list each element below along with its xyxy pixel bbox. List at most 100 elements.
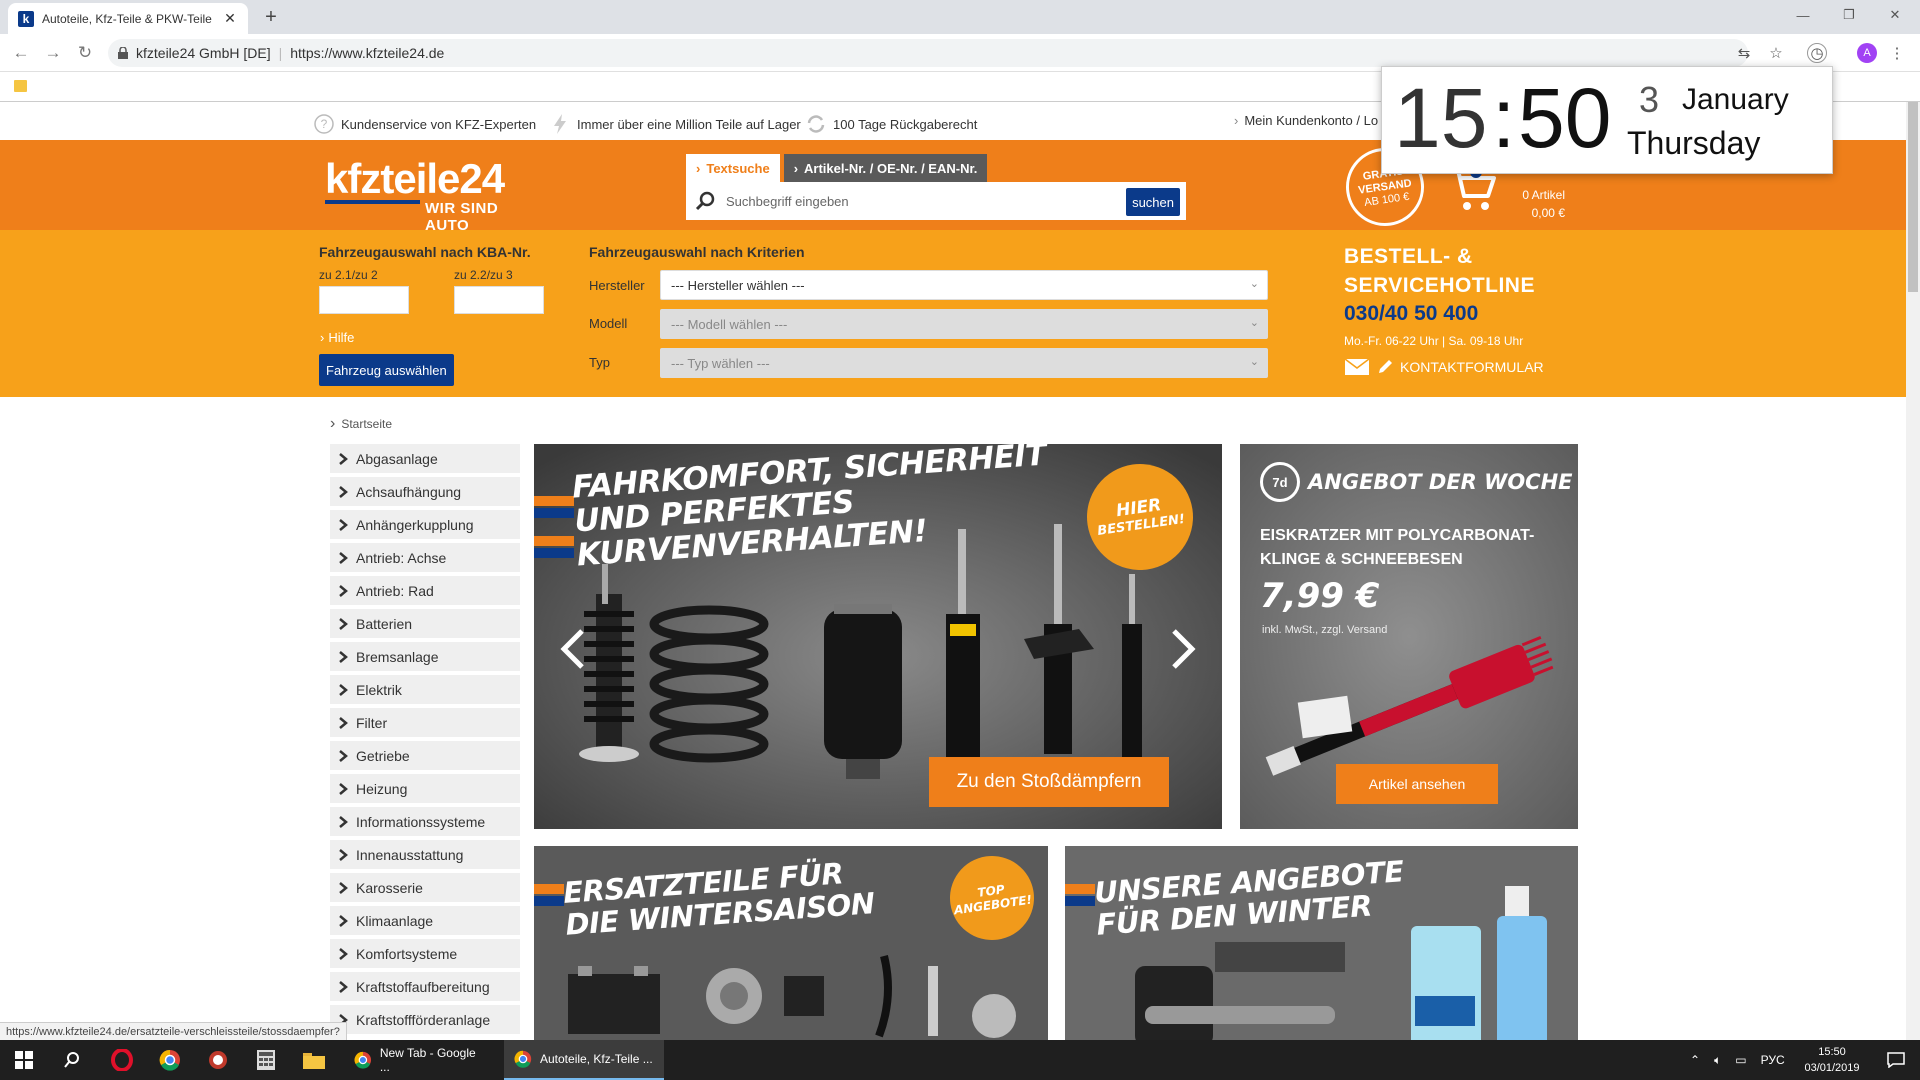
help-label: Hilfe (328, 330, 355, 345)
sidebar-item-label: Getriebe (356, 747, 410, 764)
sidebar-item[interactable]: Innenausstattung (330, 840, 520, 869)
sidebar-item[interactable]: Komfortsysteme (330, 939, 520, 968)
sidebar-item[interactable]: Antrieb: Rad (330, 576, 520, 605)
close-window-icon[interactable]: ✕ (1872, 0, 1918, 30)
kba-input-2[interactable] (454, 286, 544, 314)
hotline-title-line: SERVICEHOTLINE (1344, 274, 1535, 297)
lock-icon (118, 47, 128, 59)
forward-icon[interactable]: → (42, 42, 64, 64)
network-icon[interactable]: ▭ (1735, 1053, 1746, 1067)
sidebar-item[interactable]: Antrieb: Achse (330, 543, 520, 572)
sidebar-item[interactable]: Klimaanlage (330, 906, 520, 935)
sidebar-item-label: Heizung (356, 780, 408, 797)
chevron-right-icon (339, 551, 348, 564)
tab-text-search[interactable]: › Textsuche (686, 154, 780, 182)
model-select[interactable]: --- Modell wählen --- ⌄ (660, 309, 1268, 339)
manufacturer-select[interactable]: --- Hersteller wählen --- ⌄ (660, 270, 1268, 300)
file-explorer-icon[interactable] (290, 1040, 338, 1080)
reload-icon[interactable]: ↻ (74, 42, 96, 64)
sidebar-item[interactable]: Heizung (330, 774, 520, 803)
chevron-right-icon (339, 914, 348, 927)
profile-avatar[interactable]: A (1857, 43, 1877, 63)
kba-input-1[interactable] (319, 286, 409, 314)
clock-month: January (1682, 83, 1789, 116)
translate-icon[interactable]: ⇆ (1733, 42, 1755, 64)
info-return-policy[interactable]: 100 Tage Rückgaberecht (805, 113, 977, 135)
info-parts-stock[interactable]: Immer über eine Million Teile auf Lager (549, 113, 801, 135)
notifications-icon[interactable] (1872, 1040, 1920, 1080)
select-vehicle-button[interactable]: Fahrzeug auswählen (319, 354, 454, 386)
sidebar-item[interactable]: Kraftstoffförderanlage (330, 1005, 520, 1034)
sidebar-item[interactable]: Achsaufhängung (330, 477, 520, 506)
sidebar-item-label: Karosserie (356, 879, 423, 896)
search-button[interactable]: suchen (1126, 188, 1180, 216)
sidebar-item[interactable]: Getriebe (330, 741, 520, 770)
back-icon[interactable]: ← (10, 42, 32, 64)
carousel-prev-icon[interactable] (558, 627, 588, 671)
page-scrollbar[interactable] (1906, 102, 1920, 1040)
extension-clock-icon[interactable]: ◷ (1807, 43, 1827, 63)
logo-underline (325, 200, 420, 204)
address-bar[interactable]: kfzteile24 GmbH [DE] | https://www.kfzte… (108, 39, 1748, 67)
tray-chevron-up-icon[interactable]: ⌃ (1690, 1053, 1700, 1067)
chrome-icon[interactable] (146, 1040, 194, 1080)
sidebar-item[interactable]: Anhängerkupplung (330, 510, 520, 539)
new-tab-icon[interactable]: + (260, 6, 282, 28)
sidebar-item[interactable]: Bremsanlage (330, 642, 520, 671)
carousel-next-icon[interactable] (1168, 627, 1198, 671)
sidebar-item[interactable]: Informationssysteme (330, 807, 520, 836)
view-article-button[interactable]: Artikel ansehen (1336, 764, 1498, 804)
sidebar-item[interactable]: Karosserie (330, 873, 520, 902)
contact-form-link[interactable]: KONTAKTFORMULAR (1344, 358, 1544, 376)
search-tabs: › Textsuche › Artikel-Nr. / OE-Nr. / EAN… (686, 154, 988, 182)
shock-absorbers-button[interactable]: Zu den Stoßdämpfern (929, 757, 1169, 807)
hero-banner[interactable]: FAHRKOMFORT, SICHERHEIT UND PERFEKTES KU… (534, 444, 1222, 829)
sidebar-item-label: Bremsanlage (356, 648, 439, 665)
info-customer-service[interactable]: ? Kundenservice von KFZ-Experten (313, 113, 536, 135)
bookmark-folder-icon[interactable] (14, 80, 27, 92)
app-icon[interactable] (194, 1040, 242, 1080)
winter-parts-banner[interactable]: ERSATZTEILE FÜR DIE WINTERSAISON TOP ANG… (534, 846, 1048, 1040)
keyboard-language[interactable]: РУС (1761, 1053, 1785, 1067)
tab-close-icon[interactable]: ✕ (222, 10, 238, 27)
chevron-right-icon (339, 749, 348, 762)
opera-icon[interactable] (98, 1040, 146, 1080)
offer-of-week-banner[interactable]: 7d ANGEBOT DER WOCHE EISKRATZER MIT POLY… (1240, 444, 1578, 829)
hotline-number[interactable]: 030/40 50 400 (1344, 302, 1478, 326)
help-link[interactable]: › Hilfe (320, 330, 354, 345)
type-select[interactable]: --- Typ wählen --- ⌄ (660, 348, 1268, 378)
vehicle-selection: Fahrzeugauswahl nach KBA-Nr. zu 2.1/zu 2… (0, 230, 1906, 397)
tab-title: Autoteile, Kfz-Teile & PKW-Teile (42, 11, 212, 26)
windows-start-icon[interactable] (0, 1040, 48, 1080)
winter-offers-banner[interactable]: UNSERE ANGEBOTE FÜR DEN WINTER (1065, 846, 1578, 1040)
manufacturer-label: Hersteller (589, 278, 645, 293)
sidebar-item[interactable]: Filter (330, 708, 520, 737)
search-icon[interactable] (48, 1040, 96, 1080)
search-input[interactable]: Suchbegriff eingeben suchen (686, 182, 1186, 220)
minimize-icon[interactable]: — (1780, 0, 1826, 30)
taskbar-app-new-tab[interactable]: New Tab - Google ... (344, 1040, 498, 1080)
calculator-icon[interactable] (242, 1040, 290, 1080)
taskbar-clock[interactable]: 15:50 03/01/2019 (1800, 1044, 1864, 1076)
clock-minutes: 50 (1518, 71, 1612, 165)
menu-dots-icon[interactable]: ⋮ (1886, 42, 1908, 64)
sidebar-item[interactable]: Batterien (330, 609, 520, 638)
logo-slogan: WIR SIND AUTO (425, 200, 499, 234)
browser-tab[interactable]: k Autoteile, Kfz-Teile & PKW-Teile ✕ (8, 3, 248, 34)
air-spring-image (824, 604, 902, 779)
cart-summary[interactable]: 0 Artikel 0,00 € (1505, 186, 1565, 222)
chevron-right-icon (339, 782, 348, 795)
breadcrumb[interactable]: › Startseite (330, 415, 392, 433)
clock-colon: : (1492, 71, 1516, 165)
sidebar-item[interactable]: Kraftstoffaufbereitung (330, 972, 520, 1001)
kfzteile24-logo[interactable]: kfzteile24 WIR SIND AUTO (325, 158, 535, 234)
tab-article-number-search[interactable]: › Artikel-Nr. / OE-Nr. / EAN-Nr. (783, 154, 988, 182)
scrollbar-thumb[interactable] (1908, 102, 1918, 292)
bookmark-star-icon[interactable]: ☆ (1765, 42, 1787, 64)
volume-icon[interactable]: 🔈︎ (1714, 1053, 1721, 1068)
restore-icon[interactable]: ❐ (1826, 0, 1872, 30)
taskbar-app-kfzteile[interactable]: Autoteile, Kfz-Teile ... (504, 1040, 664, 1080)
account-link[interactable]: › Mein Kundenkonto / Lo (1234, 113, 1378, 128)
sidebar-item[interactable]: Abgasanlage (330, 444, 520, 473)
sidebar-item[interactable]: Elektrik (330, 675, 520, 704)
